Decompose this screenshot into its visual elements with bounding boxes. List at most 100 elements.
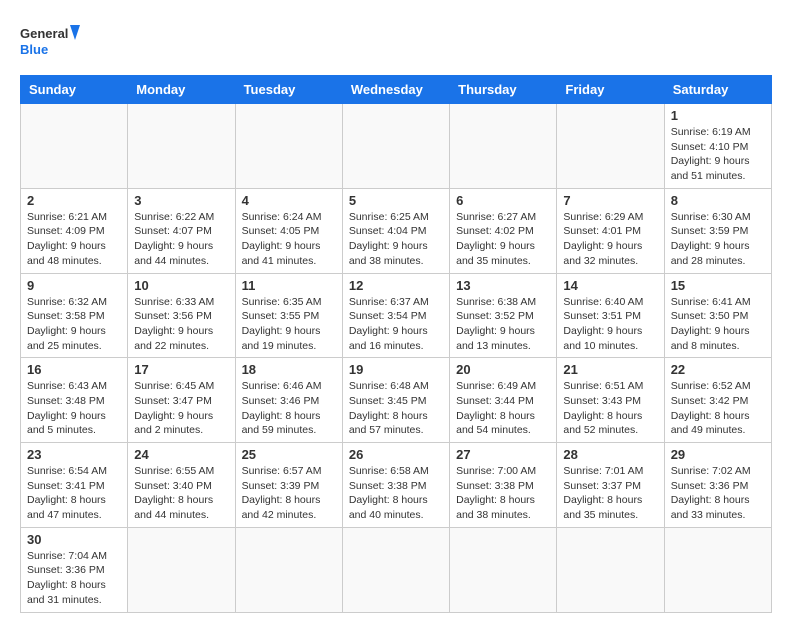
calendar-cell: 22 Sunrise: 6:52 AM Sunset: 3:42 PM Dayli… xyxy=(664,358,771,443)
day-info: Sunrise: 6:51 AM Sunset: 3:43 PM Dayligh… xyxy=(563,379,657,438)
day-number: 25 xyxy=(242,447,336,462)
calendar-cell: 26 Sunrise: 6:58 AM Sunset: 3:38 PM Dayli… xyxy=(342,443,449,528)
calendar-cell xyxy=(235,104,342,189)
weekday-header: Friday xyxy=(557,76,664,104)
weekday-header: Monday xyxy=(128,76,235,104)
weekday-header: Tuesday xyxy=(235,76,342,104)
day-info: Sunrise: 6:19 AM Sunset: 4:10 PM Dayligh… xyxy=(671,125,765,184)
calendar-cell: 16 Sunrise: 6:43 AM Sunset: 3:48 PM Dayli… xyxy=(21,358,128,443)
calendar-cell: 24 Sunrise: 6:55 AM Sunset: 3:40 PM Dayli… xyxy=(128,443,235,528)
calendar-week-row: 9Sunrise: 6:32 AM Sunset: 3:58 PM Daylig… xyxy=(21,273,772,358)
calendar-week-row: 30 Sunrise: 7:04 AM Sunset: 3:36 PM Dayli… xyxy=(21,527,772,612)
calendar-cell: 19 Sunrise: 6:48 AM Sunset: 3:45 PM Dayli… xyxy=(342,358,449,443)
calendar-cell xyxy=(128,104,235,189)
day-number: 13 xyxy=(456,278,550,293)
day-number: 5 xyxy=(349,193,443,208)
calendar-cell: 11 Sunrise: 6:35 AM Sunset: 3:55 PM Dayli… xyxy=(235,273,342,358)
day-info: Sunrise: 6:52 AM Sunset: 3:42 PM Dayligh… xyxy=(671,379,765,438)
calendar-cell: 4Sunrise: 6:24 AM Sunset: 4:05 PM Daylig… xyxy=(235,188,342,273)
weekday-header: Wednesday xyxy=(342,76,449,104)
day-number: 4 xyxy=(242,193,336,208)
calendar-cell: 23 Sunrise: 6:54 AM Sunset: 3:41 PM Dayli… xyxy=(21,443,128,528)
calendar-cell: 8Sunrise: 6:30 AM Sunset: 3:59 PM Daylig… xyxy=(664,188,771,273)
calendar-cell xyxy=(128,527,235,612)
day-info: Sunrise: 6:55 AM Sunset: 3:40 PM Dayligh… xyxy=(134,464,228,523)
day-info: Sunrise: 6:29 AM Sunset: 4:01 PM Dayligh… xyxy=(563,210,657,269)
calendar-cell: 5 Sunrise: 6:25 AM Sunset: 4:04 PM Daylig… xyxy=(342,188,449,273)
day-info: Sunrise: 6:49 AM Sunset: 3:44 PM Dayligh… xyxy=(456,379,550,438)
day-number: 28 xyxy=(563,447,657,462)
day-number: 9 xyxy=(27,278,121,293)
calendar-cell: 20 Sunrise: 6:49 AM Sunset: 3:44 PM Dayli… xyxy=(450,358,557,443)
day-number: 19 xyxy=(349,362,443,377)
calendar-cell: 15Sunrise: 6:41 AM Sunset: 3:50 PM Dayli… xyxy=(664,273,771,358)
calendar-cell: 18Sunrise: 6:46 AM Sunset: 3:46 PM Dayli… xyxy=(235,358,342,443)
calendar-cell: 12 Sunrise: 6:37 AM Sunset: 3:54 PM Dayli… xyxy=(342,273,449,358)
day-info: Sunrise: 6:40 AM Sunset: 3:51 PM Dayligh… xyxy=(563,295,657,354)
calendar-cell xyxy=(450,527,557,612)
day-info: Sunrise: 6:43 AM Sunset: 3:48 PM Dayligh… xyxy=(27,379,121,438)
day-info: Sunrise: 6:41 AM Sunset: 3:50 PM Dayligh… xyxy=(671,295,765,354)
weekday-header: Saturday xyxy=(664,76,771,104)
day-number: 30 xyxy=(27,532,121,547)
logo-svg: General Blue xyxy=(20,20,80,65)
day-number: 14 xyxy=(563,278,657,293)
day-info: Sunrise: 6:35 AM Sunset: 3:55 PM Dayligh… xyxy=(242,295,336,354)
calendar-cell: 6 Sunrise: 6:27 AM Sunset: 4:02 PM Daylig… xyxy=(450,188,557,273)
calendar-cell xyxy=(21,104,128,189)
calendar-week-row: 23 Sunrise: 6:54 AM Sunset: 3:41 PM Dayli… xyxy=(21,443,772,528)
calendar-cell: 1Sunrise: 6:19 AM Sunset: 4:10 PM Daylig… xyxy=(664,104,771,189)
day-info: Sunrise: 6:46 AM Sunset: 3:46 PM Dayligh… xyxy=(242,379,336,438)
day-number: 8 xyxy=(671,193,765,208)
calendar-cell: 25 Sunrise: 6:57 AM Sunset: 3:39 PM Dayli… xyxy=(235,443,342,528)
day-info: Sunrise: 7:04 AM Sunset: 3:36 PM Dayligh… xyxy=(27,549,121,608)
day-number: 12 xyxy=(349,278,443,293)
calendar-cell xyxy=(235,527,342,612)
calendar-table: SundayMondayTuesdayWednesdayThursdayFrid… xyxy=(20,75,772,613)
page-header: General Blue xyxy=(20,20,772,65)
day-number: 10 xyxy=(134,278,228,293)
calendar-cell xyxy=(557,527,664,612)
day-info: Sunrise: 6:57 AM Sunset: 3:39 PM Dayligh… xyxy=(242,464,336,523)
day-number: 20 xyxy=(456,362,550,377)
day-info: Sunrise: 6:48 AM Sunset: 3:45 PM Dayligh… xyxy=(349,379,443,438)
calendar-cell: 17Sunrise: 6:45 AM Sunset: 3:47 PM Dayli… xyxy=(128,358,235,443)
day-info: Sunrise: 7:02 AM Sunset: 3:36 PM Dayligh… xyxy=(671,464,765,523)
day-info: Sunrise: 6:21 AM Sunset: 4:09 PM Dayligh… xyxy=(27,210,121,269)
day-number: 24 xyxy=(134,447,228,462)
calendar-week-row: 16 Sunrise: 6:43 AM Sunset: 3:48 PM Dayli… xyxy=(21,358,772,443)
day-number: 22 xyxy=(671,362,765,377)
day-info: Sunrise: 6:33 AM Sunset: 3:56 PM Dayligh… xyxy=(134,295,228,354)
weekday-header: Sunday xyxy=(21,76,128,104)
calendar-cell: 9Sunrise: 6:32 AM Sunset: 3:58 PM Daylig… xyxy=(21,273,128,358)
calendar-cell: 29 Sunrise: 7:02 AM Sunset: 3:36 PM Dayli… xyxy=(664,443,771,528)
day-number: 7 xyxy=(563,193,657,208)
day-info: Sunrise: 6:27 AM Sunset: 4:02 PM Dayligh… xyxy=(456,210,550,269)
logo: General Blue xyxy=(20,20,80,65)
day-number: 6 xyxy=(456,193,550,208)
day-info: Sunrise: 6:25 AM Sunset: 4:04 PM Dayligh… xyxy=(349,210,443,269)
calendar-cell xyxy=(450,104,557,189)
calendar-cell xyxy=(664,527,771,612)
weekday-header: Thursday xyxy=(450,76,557,104)
day-info: Sunrise: 6:38 AM Sunset: 3:52 PM Dayligh… xyxy=(456,295,550,354)
day-number: 16 xyxy=(27,362,121,377)
day-number: 3 xyxy=(134,193,228,208)
calendar-cell xyxy=(557,104,664,189)
day-number: 2 xyxy=(27,193,121,208)
day-info: Sunrise: 6:58 AM Sunset: 3:38 PM Dayligh… xyxy=(349,464,443,523)
calendar-cell: 27Sunrise: 7:00 AM Sunset: 3:38 PM Dayli… xyxy=(450,443,557,528)
calendar-cell xyxy=(342,527,449,612)
day-number: 11 xyxy=(242,278,336,293)
day-number: 23 xyxy=(27,447,121,462)
day-number: 26 xyxy=(349,447,443,462)
calendar-week-row: 2 Sunrise: 6:21 AM Sunset: 4:09 PM Daylig… xyxy=(21,188,772,273)
day-info: Sunrise: 6:54 AM Sunset: 3:41 PM Dayligh… xyxy=(27,464,121,523)
weekday-header-row: SundayMondayTuesdayWednesdayThursdayFrid… xyxy=(21,76,772,104)
calendar-cell: 3 Sunrise: 6:22 AM Sunset: 4:07 PM Daylig… xyxy=(128,188,235,273)
day-number: 21 xyxy=(563,362,657,377)
day-number: 29 xyxy=(671,447,765,462)
calendar-cell xyxy=(342,104,449,189)
day-info: Sunrise: 6:37 AM Sunset: 3:54 PM Dayligh… xyxy=(349,295,443,354)
day-info: Sunrise: 6:22 AM Sunset: 4:07 PM Dayligh… xyxy=(134,210,228,269)
